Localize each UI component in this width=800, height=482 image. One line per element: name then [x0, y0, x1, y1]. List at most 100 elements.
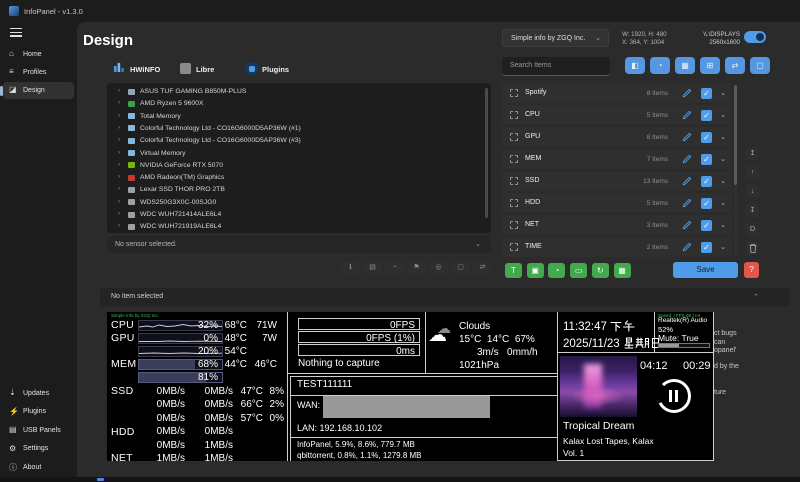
- chevron-down-icon[interactable]: ⌄: [720, 155, 726, 163]
- item-group-row[interactable]: MEM 7 Items ✓ ⌄: [502, 149, 732, 169]
- visible-checkbox[interactable]: ✓: [701, 220, 712, 231]
- expand-chevron-icon[interactable]: ›: [118, 186, 120, 192]
- chevron-down-icon[interactable]: ⌄: [720, 111, 726, 119]
- drag-handle-icon[interactable]: [510, 111, 518, 119]
- order-button[interactable]: ↓: [746, 185, 759, 198]
- chevron-down-icon[interactable]: ⌄: [720, 89, 726, 97]
- drag-handle-icon[interactable]: [510, 89, 518, 97]
- delete-button[interactable]: [746, 242, 759, 255]
- sensor-tool-button[interactable]: ◎: [429, 261, 448, 275]
- sensor-tool-button[interactable]: ⇄: [473, 261, 492, 275]
- expand-chevron-icon[interactable]: ›: [118, 211, 120, 217]
- visible-checkbox[interactable]: ✓: [701, 110, 712, 121]
- order-button[interactable]: D: [746, 223, 759, 236]
- chevron-down-icon[interactable]: ⌄: [720, 199, 726, 207]
- drag-handle-icon[interactable]: [510, 199, 518, 207]
- save-button[interactable]: Save: [673, 262, 738, 278]
- expand-chevron-icon[interactable]: ›: [118, 88, 120, 94]
- drag-handle-icon[interactable]: [510, 221, 518, 229]
- tree-scrollbar[interactable]: [485, 88, 488, 218]
- edit-icon[interactable]: [682, 154, 692, 164]
- tree-row[interactable]: › Colorful Technology Ltd - CO16G6000D5A…: [107, 135, 491, 147]
- tree-row[interactable]: › AMD Ryzen 5 9600X: [107, 98, 491, 110]
- visible-checkbox[interactable]: ✓: [701, 88, 712, 99]
- edit-icon[interactable]: [682, 242, 692, 252]
- panel-preview[interactable]: Simple Info by ZGQ Inc. CPU 32% 68°C 71W…: [107, 312, 714, 461]
- add-item-button[interactable]: ◔: [548, 263, 565, 278]
- order-button[interactable]: ↧: [746, 204, 759, 217]
- visible-checkbox[interactable]: ✓: [701, 176, 712, 187]
- edit-icon[interactable]: [682, 176, 692, 186]
- expand-chevron-icon[interactable]: ›: [118, 162, 120, 168]
- item-group-row[interactable]: CPU 5 Items ✓ ⌄: [502, 105, 732, 125]
- tree-row[interactable]: › WDC WUH721414ALE6L4: [107, 209, 491, 221]
- item-group-row[interactable]: HDD 5 Items ✓ ⌄: [502, 193, 732, 213]
- items-tool-button[interactable]: ◔: [650, 57, 670, 74]
- tab-hwinfo[interactable]: HWiNFO: [113, 61, 125, 77]
- chevron-up-icon[interactable]: ⌃: [753, 293, 759, 301]
- visible-checkbox[interactable]: ✓: [701, 242, 712, 253]
- visible-checkbox[interactable]: ✓: [701, 154, 712, 165]
- profile-dropdown[interactable]: Simple info by ZGQ Inc. ⌄: [502, 29, 609, 47]
- sidebar-item[interactable]: ⚡ Plugins: [3, 404, 74, 421]
- visible-checkbox[interactable]: ✓: [701, 198, 712, 209]
- item-group-row[interactable]: Spotify 8 Items ✓ ⌄: [502, 83, 732, 103]
- sidebar-item[interactable]: ▤ USB Panels: [3, 422, 74, 439]
- expand-chevron-icon[interactable]: ›: [118, 223, 120, 229]
- expand-chevron-icon[interactable]: ›: [118, 174, 120, 180]
- tree-row[interactable]: › WDC WUH721919ALE6L4: [107, 221, 491, 233]
- tree-row[interactable]: › WDS250G3X0C-00SJG0: [107, 197, 491, 209]
- display-toggle[interactable]: [744, 31, 766, 43]
- help-button[interactable]: ?: [744, 262, 759, 278]
- expand-chevron-icon[interactable]: ›: [118, 113, 120, 119]
- chevron-down-icon[interactable]: ⌄: [720, 133, 726, 141]
- add-item-button[interactable]: ▣: [527, 263, 544, 278]
- items-tool-button[interactable]: ⇄: [725, 57, 745, 74]
- edit-icon[interactable]: [682, 198, 692, 208]
- items-tool-button[interactable]: ▢: [750, 57, 770, 74]
- drag-handle-icon[interactable]: [510, 243, 518, 251]
- edit-icon[interactable]: [682, 88, 692, 98]
- tree-row[interactable]: › Colorful Technology Ltd - CO16G6000D5A…: [107, 123, 491, 135]
- list-scrollbar[interactable]: [734, 85, 737, 185]
- search-input[interactable]: Search Items: [502, 57, 610, 76]
- items-tool-button[interactable]: ⊞: [700, 57, 720, 74]
- add-item-button[interactable]: ▭: [570, 263, 587, 278]
- order-button[interactable]: ↑: [746, 166, 759, 179]
- selection-status-bar[interactable]: No item selected ⌃: [100, 288, 789, 306]
- sensor-tool-button[interactable]: ℹ: [341, 261, 360, 275]
- drag-handle-icon[interactable]: [510, 177, 518, 185]
- item-group-row[interactable]: TIME 2 Items ✓ ⌄: [502, 237, 732, 257]
- edit-icon[interactable]: [682, 220, 692, 230]
- items-tool-button[interactable]: ◧: [625, 57, 645, 74]
- order-button[interactable]: ↥: [746, 147, 759, 160]
- sensor-tool-button[interactable]: ◔: [385, 261, 404, 275]
- sensor-tool-button[interactable]: ▤: [363, 261, 382, 275]
- chevron-down-icon[interactable]: ⌄: [720, 243, 726, 251]
- add-item-button[interactable]: ▦: [614, 263, 631, 278]
- tree-row[interactable]: › AMD Radeon(TM) Graphics: [107, 172, 491, 184]
- item-group-row[interactable]: SSD 13 Items ✓ ⌄: [502, 171, 732, 191]
- sidebar-item[interactable]: ◪ Design: [3, 82, 74, 99]
- sidebar-item[interactable]: ⌂ Home: [3, 46, 74, 63]
- chevron-down-icon[interactable]: ⌄: [720, 221, 726, 229]
- sensor-select-dropdown[interactable]: No sensor selected. ⌄: [107, 236, 491, 253]
- tree-row[interactable]: › ASUS TUF GAMING B850M-PLUS: [107, 86, 491, 98]
- drag-handle-icon[interactable]: [510, 155, 518, 163]
- items-tool-button[interactable]: ▦: [675, 57, 695, 74]
- expand-chevron-icon[interactable]: ›: [118, 199, 120, 205]
- add-item-button[interactable]: T: [505, 263, 522, 278]
- sensor-tool-button[interactable]: ⚑: [407, 261, 426, 275]
- menu-icon[interactable]: [10, 28, 22, 37]
- tree-row[interactable]: › NVIDIA GeForce RTX 5070: [107, 160, 491, 172]
- item-group-row[interactable]: NET 3 Items ✓ ⌄: [502, 215, 732, 235]
- sidebar-item[interactable]: ⓘ About: [3, 459, 74, 476]
- sidebar-item[interactable]: ≡ Profiles: [3, 64, 74, 81]
- expand-chevron-icon[interactable]: ›: [118, 100, 120, 106]
- edit-icon[interactable]: [682, 132, 692, 142]
- tree-row[interactable]: › Total Memory: [107, 111, 491, 123]
- sensor-tool-button[interactable]: ▢: [451, 261, 470, 275]
- tree-row[interactable]: › Lexar SSD THOR PRO 2TB: [107, 184, 491, 196]
- chevron-down-icon[interactable]: ⌄: [720, 177, 726, 185]
- item-group-row[interactable]: GPU 8 Items ✓ ⌄: [502, 127, 732, 147]
